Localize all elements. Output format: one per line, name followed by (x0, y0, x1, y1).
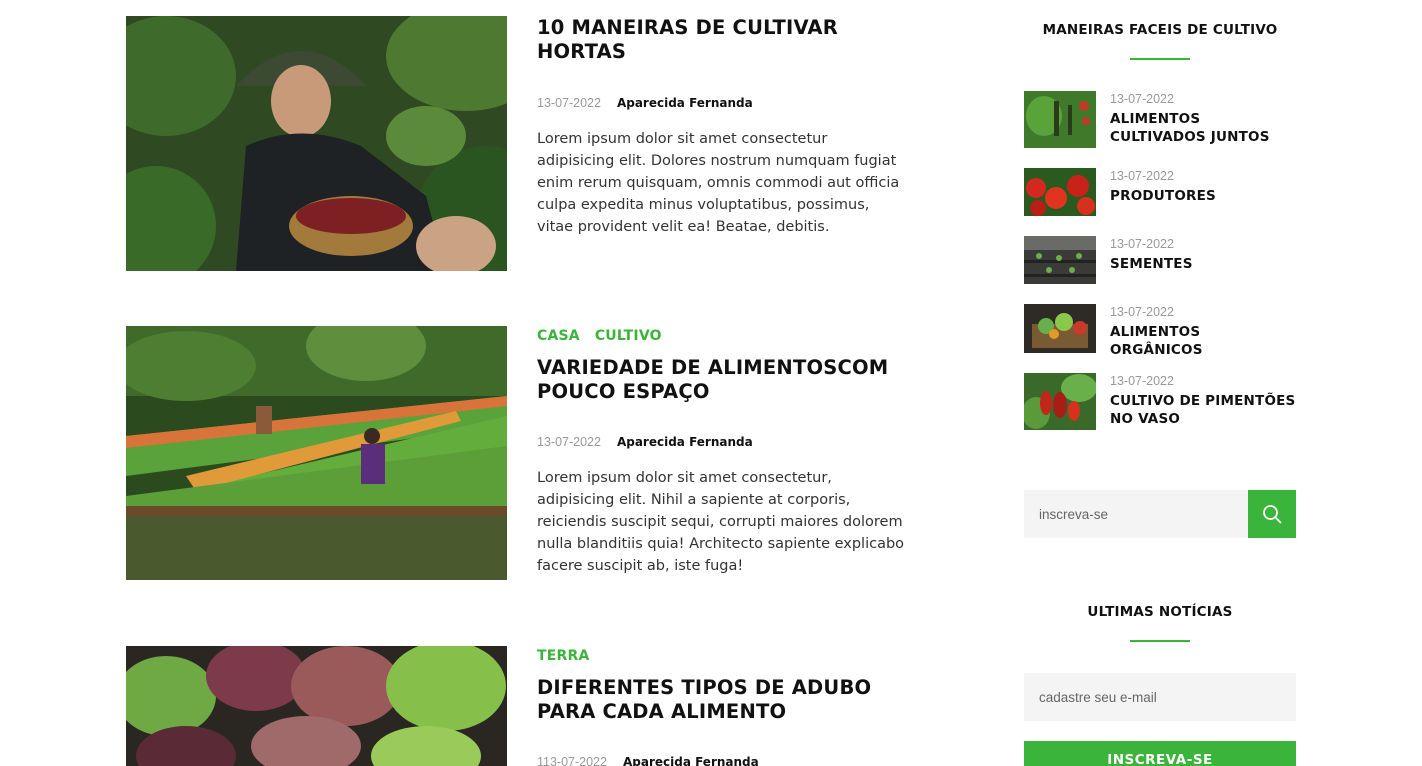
sidebar-item-date: 13-07-2022 (1110, 169, 1174, 183)
title-underline (1130, 58, 1190, 60)
post-excerpt: Lorem ipsum dolor sit amet consectetur, … (537, 470, 905, 574)
post-title[interactable]: 10 MANEIRAS DE CULTIVAR HORTAS (537, 16, 907, 64)
thumb-image (1024, 373, 1096, 430)
post-excerpt: Lorem ipsum dolor sit amet consectetur a… (537, 131, 900, 235)
sidebar-item-text: 13-07-2022 PRODUTORES (1110, 168, 1296, 205)
subscribe-button[interactable]: INSCREVA-SE (1024, 741, 1296, 766)
thumb-image (1024, 91, 1096, 148)
sidebar-item-date: 13-07-2022 (1110, 92, 1174, 106)
post-title[interactable]: VARIEDADE DE ALIMENTOSCOM POUCO ESPAÇO (537, 356, 907, 404)
post-body: 10 MANEIRAS DE CULTIVAR HORTAS 13-07-202… (537, 16, 907, 238)
post-author[interactable]: Aparecida Fernanda (617, 434, 753, 450)
thumb-image (1024, 168, 1096, 216)
sidebar-item-date: 13-07-2022 (1110, 374, 1174, 388)
sidebar-item-date: 13-07-2022 (1110, 305, 1174, 319)
sidebar-item-title[interactable]: ALIMENTOS ORGÂNICOS (1110, 323, 1296, 359)
post-date: 13-07-2022 (537, 435, 601, 449)
sidebar-item-title[interactable]: ALIMENTOS CULTIVADOS JUNTOS (1110, 110, 1296, 146)
search-form (1024, 490, 1296, 538)
sidebar-item-title[interactable]: SEMENTES (1110, 255, 1296, 273)
post-image-garden-beds[interactable] (126, 326, 507, 580)
sidebar: MANEIRAS FACEIS DE CULTIVO 13-07-2022 AL… (1024, 0, 1296, 766)
search-icon (1263, 505, 1282, 524)
sidebar-item-title[interactable]: PRODUTORES (1110, 187, 1296, 205)
post-tags: CASA CULTIVO (537, 326, 907, 346)
post-body: TERRA DIFERENTES TIPOS DE ADUBO PARA CAD… (537, 646, 907, 766)
sidebar-item-text: 13-07-2022 CULTIVO DE PIMENTÕES NO VASO (1110, 373, 1296, 428)
blog-post: CASA CULTIVO VARIEDADE DE ALIMENTOSCOM P… (126, 326, 906, 580)
blog-post: 10 MANEIRAS DE CULTIVAR HORTAS 13-07-202… (126, 16, 906, 271)
widget-title: MANEIRAS FACEIS DE CULTIVO (1042, 22, 1278, 38)
sidebar-item-text: 13-07-2022 ALIMENTOS CULTIVADOS JUNTOS (1110, 91, 1296, 146)
post-tags: TERRA (537, 646, 907, 666)
title-underline (1130, 640, 1190, 642)
sidebar-item-text: 13-07-2022 SEMENTES (1110, 236, 1296, 273)
post-image-lettuce[interactable] (126, 646, 507, 766)
news-widget-title: ULTIMAS NOTÍCIAS (1087, 604, 1233, 620)
search-input[interactable] (1024, 490, 1248, 538)
post-author[interactable]: Aparecida Fernanda (617, 95, 753, 111)
post-date: 13-07-2022 (537, 96, 601, 110)
post-meta: 113-07-2022 Aparecida Fernanda (537, 754, 907, 766)
tag-cultivo[interactable]: CULTIVO (595, 326, 662, 346)
search-button[interactable] (1248, 490, 1296, 538)
blog-post: TERRA DIFERENTES TIPOS DE ADUBO PARA CAD… (126, 646, 906, 766)
post-author[interactable]: Aparecida Fernanda (623, 754, 759, 766)
email-field[interactable] (1024, 673, 1296, 721)
thumb-image (1024, 236, 1096, 284)
post-image-farmer-with-basket[interactable] (126, 16, 507, 271)
post-meta: 13-07-2022 Aparecida Fernanda (537, 95, 907, 111)
tag-casa[interactable]: CASA (537, 326, 580, 346)
post-title[interactable]: DIFERENTES TIPOS DE ADUBO PARA CADA ALIM… (537, 676, 907, 724)
sidebar-item-date: 13-07-2022 (1110, 237, 1174, 251)
post-meta: 13-07-2022 Aparecida Fernanda (537, 434, 907, 450)
post-body: CASA CULTIVO VARIEDADE DE ALIMENTOSCOM P… (537, 326, 907, 577)
sidebar-item-title[interactable]: CULTIVO DE PIMENTÕES NO VASO (1110, 392, 1296, 428)
sidebar-item-text: 13-07-2022 ALIMENTOS ORGÂNICOS (1110, 304, 1296, 359)
tag-terra[interactable]: TERRA (537, 646, 590, 666)
post-date: 113-07-2022 (537, 755, 607, 766)
thumb-image (1024, 304, 1096, 353)
